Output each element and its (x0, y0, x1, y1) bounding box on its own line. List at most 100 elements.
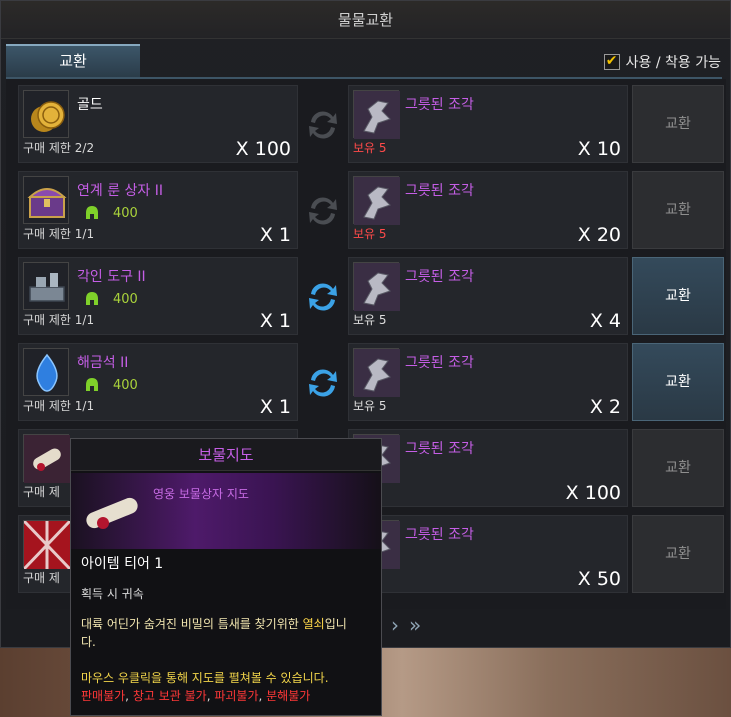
exchange-row: 연계 룬 상자 II 400 구매 제한 1/1 X 1 그릇된 조각 보유 5… (10, 165, 725, 249)
cost-item-cell[interactable]: 각인 도구 II 400 구매 제한 1/1 X 1 (18, 257, 298, 335)
reward-item-name: 그릇된 조각 (405, 97, 474, 113)
red-pattern-icon (22, 519, 72, 571)
exchange-row: 골드 구매 제한 2/2 X 100 그릇된 조각 보유 5 X 10 교환 (10, 79, 725, 163)
description-part-3: 다. (81, 635, 96, 649)
cost-quantity: X 1 (259, 396, 291, 418)
tooltip-bind: 획득 시 귀속 (81, 587, 144, 601)
reward-quantity: X 10 (577, 138, 621, 160)
description-part-2: 입니 (324, 617, 347, 631)
reward-item-cell[interactable]: 그릇된 조각 X 50 (348, 515, 628, 593)
exchange-button[interactable]: 교환 (632, 85, 724, 163)
exchange-row: 해금석 II 400 구매 제한 1/1 X 1 그릇된 조각 보유 5 X 2… (10, 337, 725, 421)
usable-filter[interactable]: ✔ 사용 / 착용 가능 (603, 52, 721, 72)
owned-count: 보유 5 (353, 227, 387, 241)
tooltip-description: 대륙 어딘가 숨겨진 비밀의 틈새를 찾기위한 열쇠입니 다. (81, 615, 373, 651)
cost-value: 400 (113, 205, 138, 221)
helmet-icon (86, 292, 98, 305)
broken-fragment-icon (353, 348, 400, 397)
restriction-no-storage: 창고 보관 불가 (132, 689, 207, 703)
cost-quantity: X 1 (259, 224, 291, 246)
helmet-icon (86, 378, 98, 391)
broken-fragment-icon (353, 262, 400, 311)
reward-quantity: X 100 (565, 482, 621, 504)
reward-item-name: 그릇된 조각 (405, 527, 474, 543)
cost-quantity: X 1 (259, 310, 291, 332)
owned-count: 보유 5 (353, 141, 387, 155)
usable-checkbox[interactable]: ✔ (603, 54, 620, 70)
last-page-button[interactable]: » (409, 613, 421, 637)
cost-item-name: 골드 (77, 97, 103, 113)
description-keyword: 열쇠 (302, 617, 325, 631)
broken-fragment-icon (353, 90, 400, 139)
restriction-no-destroy: 파괴불가 (214, 689, 259, 703)
usable-filter-label: 사용 / 착용 가능 (625, 55, 721, 71)
purchase-limit: 구매 제한 1/1 (23, 399, 95, 413)
exchange-button[interactable]: 교환 (632, 515, 724, 593)
reward-quantity: X 50 (577, 568, 621, 590)
broken-fragment-icon (353, 176, 400, 225)
reward-item-cell[interactable]: 그릇된 조각 보유 5 X 2 (348, 343, 628, 421)
tooltip-title: 보물지도 (71, 439, 381, 471)
tab-row: 교환 ✔ 사용 / 착용 가능 (1, 39, 730, 79)
exchange-arrows-icon (309, 197, 337, 225)
purchase-limit: 구매 제한 2/2 (23, 141, 95, 155)
reward-item-name: 그릇된 조각 (405, 183, 474, 199)
helmet-icon (86, 206, 98, 219)
tooltip-restrictions: 판매불가, 창고 보관 불가, 파괴불가, 분해불가 (81, 687, 310, 704)
tooltip-grade: 영웅 보물상자 지도 (153, 487, 249, 501)
owned-count: 보유 5 (353, 313, 387, 327)
unlock-stone-icon (23, 348, 69, 396)
exchange-button[interactable]: 교환 (632, 257, 724, 335)
owned-count: 보유 5 (353, 399, 387, 413)
exchange-button[interactable]: 교환 (632, 343, 724, 421)
exchange-arrows-icon (309, 369, 337, 397)
reward-quantity: X 2 (589, 396, 621, 418)
exchange-arrows-icon (309, 283, 337, 311)
cost-item-name: 각인 도구 II (77, 269, 146, 285)
exchange-button[interactable]: 교환 (632, 429, 724, 507)
cost-quantity: X 100 (235, 138, 291, 160)
treasure-map-icon (86, 497, 138, 529)
reward-quantity: X 20 (577, 224, 621, 246)
exchange-button[interactable]: 교환 (632, 171, 724, 249)
purchase-limit: 구매 제한 1/1 (23, 227, 95, 241)
reward-quantity: X 4 (589, 310, 621, 332)
next-page-button[interactable]: › (391, 613, 399, 637)
restriction-no-sell: 판매불가 (81, 689, 126, 703)
cost-detail: 400 (85, 291, 138, 307)
item-tooltip: 보물지도 영웅 보물상자 지도 아이템 티어 1 획득 시 귀속 대륙 어딘가 … (70, 438, 382, 716)
tooltip-tier: 아이템 티어 1 (81, 556, 164, 572)
reward-item-name: 그릇된 조각 (405, 355, 474, 371)
purchase-limit: 구매 제 (23, 485, 60, 499)
restriction-no-dismantle: 분해불가 (266, 689, 311, 703)
separator: , (258, 689, 267, 703)
rune-chest-icon (23, 176, 69, 224)
cost-detail: 400 (85, 205, 138, 221)
reward-item-cell[interactable]: 그릇된 조각 보유 5 X 4 (348, 257, 628, 335)
reward-item-name: 그릇된 조각 (405, 269, 474, 285)
treasure-map-icon (23, 434, 70, 483)
tooltip-usage: 마우스 우클릭을 통해 지도를 펼쳐볼 수 있습니다. (81, 671, 329, 685)
pagination: › » (391, 613, 421, 637)
cost-detail: 400 (85, 377, 138, 393)
purchase-limit: 구매 제 (23, 571, 60, 585)
tab-exchange[interactable]: 교환 (6, 44, 140, 78)
separator: , (125, 689, 133, 703)
engraving-tool-icon (23, 262, 69, 310)
cost-item-name: 해금석 II (77, 355, 129, 371)
cost-item-name: 연계 룬 상자 II (77, 183, 164, 199)
cost-value: 400 (113, 377, 138, 393)
gold-coin-icon (23, 90, 69, 138)
cost-item-cell[interactable]: 골드 구매 제한 2/2 X 100 (18, 85, 298, 163)
window-title: 물물교환 (1, 1, 730, 39)
reward-item-cell[interactable]: 그릇된 조각 X 100 (348, 429, 628, 507)
reward-item-name: 그릇된 조각 (405, 441, 474, 457)
cost-item-cell[interactable]: 해금석 II 400 구매 제한 1/1 X 1 (18, 343, 298, 421)
reward-item-cell[interactable]: 그릇된 조각 보유 5 X 10 (348, 85, 628, 163)
cost-item-cell[interactable]: 연계 룬 상자 II 400 구매 제한 1/1 X 1 (18, 171, 298, 249)
reward-item-cell[interactable]: 그릇된 조각 보유 5 X 20 (348, 171, 628, 249)
cost-value: 400 (113, 291, 138, 307)
exchange-arrows-icon (309, 111, 337, 139)
exchange-row: 각인 도구 II 400 구매 제한 1/1 X 1 그릇된 조각 보유 5 X… (10, 251, 725, 335)
purchase-limit: 구매 제한 1/1 (23, 313, 95, 327)
